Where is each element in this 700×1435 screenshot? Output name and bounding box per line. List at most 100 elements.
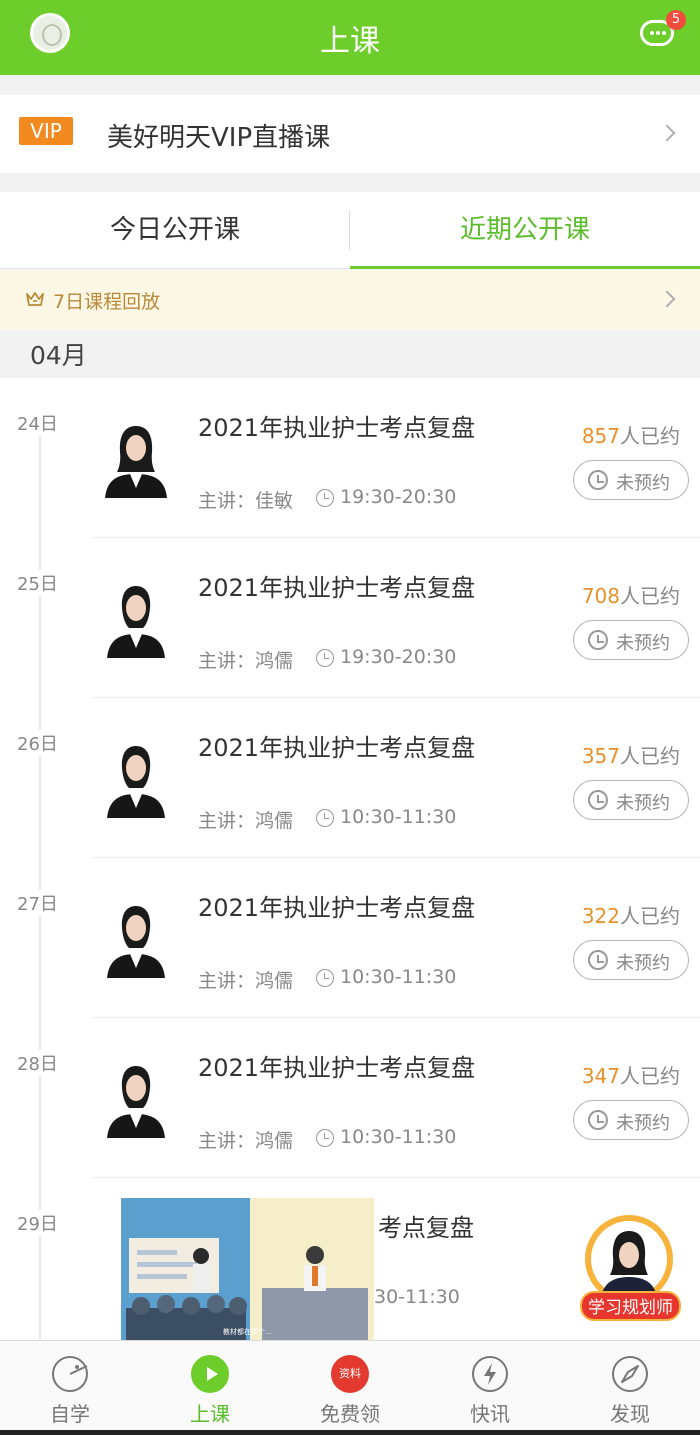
course-time: 19:30-20:30: [316, 646, 456, 668]
top-bar: 上课 5: [0, 0, 700, 75]
reservation-suffix: 人已约: [620, 744, 680, 768]
reserve-button[interactable]: 未预约: [573, 1100, 689, 1140]
chevron-right-icon: [658, 124, 676, 142]
reservation-number: 322: [581, 904, 620, 928]
course-row[interactable]: 24日 2021年执业护士考点复盘 主讲：佳敏 19:30-20:30 857人…: [0, 378, 700, 538]
messages-button[interactable]: 5: [640, 10, 686, 48]
reservation-count: 322人已约: [582, 900, 680, 929]
reservation-suffix: 人已约: [620, 1064, 680, 1088]
reservation-suffix: 人已约: [620, 424, 680, 448]
page-title: 上课: [320, 24, 380, 59]
gift-badge-icon: 资料: [331, 1355, 369, 1393]
message-count-badge: 5: [666, 10, 686, 30]
course-time: 10:30-11:30: [316, 1126, 456, 1148]
reserve-button[interactable]: 未预约: [573, 620, 689, 660]
nav-label: 自学: [50, 1402, 90, 1426]
vip-title: 美好明天VIP直播课: [107, 123, 331, 153]
reserve-button[interactable]: 未预约: [573, 780, 689, 820]
tab-today-open-class[interactable]: 今日公开课: [0, 192, 350, 269]
reservation-suffix: 人已约: [620, 584, 680, 608]
course-row[interactable]: 26日 2021年执业护士考点复盘 主讲：鸿儒 10:30-11:30 357人…: [0, 698, 700, 858]
course-time-text: 10:30-11:30: [340, 966, 457, 988]
course-time: 19:30-20:30: [316, 486, 456, 508]
course-time-text: 10:30-11:30: [340, 1126, 457, 1148]
reservation-count: 357人已约: [582, 740, 680, 769]
course-tabs: 今日公开课 近期公开课: [0, 192, 700, 269]
clock-icon: [316, 1129, 334, 1147]
course-time: 10:30-11:30: [316, 966, 456, 988]
reservation-count: 857人已约: [582, 420, 680, 449]
tab-recent-open-class[interactable]: 近期公开课: [350, 192, 700, 269]
course-teacher: 主讲：鸿儒: [198, 970, 294, 992]
compass-icon: [612, 1356, 648, 1392]
nav-label: 上课: [190, 1402, 230, 1426]
reservation-number: 857: [581, 424, 620, 448]
reservation-count: 708人已约: [582, 580, 680, 609]
nav-item-discover[interactable]: 发现: [580, 1341, 680, 1431]
reservation-count: 347人已约: [582, 1060, 680, 1089]
clock-icon: [588, 1110, 608, 1130]
course-row[interactable]: 25日 2021年执业护士考点复盘 主讲：鸿儒 19:30-20:30 708人…: [0, 538, 700, 698]
play-icon: [191, 1355, 229, 1393]
vip-tag: VIP: [19, 117, 73, 145]
course-row[interactable]: 28日 2021年执业护士考点复盘 主讲：鸿儒 10:30-11:30 347人…: [0, 1018, 700, 1178]
course-time-text: 10:30-11:30: [340, 806, 457, 828]
learning-planner-label[interactable]: 学习规划师: [580, 1291, 681, 1321]
reserve-label: 未预约: [616, 1113, 670, 1134]
clock-icon: [316, 489, 334, 507]
clock-icon: [588, 630, 608, 650]
course-day: 28日: [17, 1050, 58, 1076]
chevron-right-icon: [658, 290, 676, 308]
reservation-suffix: 人已约: [620, 904, 680, 928]
pacman-face-icon: [52, 1356, 88, 1392]
course-day: 26日: [17, 730, 58, 756]
course-title: 2021年执业护士考点复盘: [198, 734, 476, 762]
reservation-number: 347: [581, 1064, 620, 1088]
seven-day-replay-banner[interactable]: 7日课程回放: [0, 270, 700, 330]
clock-icon: [316, 809, 334, 827]
reserve-label: 未预约: [616, 953, 670, 974]
clock-icon: [316, 649, 334, 667]
nav-item-news[interactable]: 快讯: [440, 1341, 540, 1431]
teacher-photo: [107, 906, 165, 978]
crown-icon: [26, 292, 44, 306]
nav-item-free-materials[interactable]: 资料 免费领: [300, 1341, 400, 1431]
floating-promo-video[interactable]: 教材都在那个…: [121, 1198, 374, 1340]
reserve-button[interactable]: 未预约: [573, 940, 689, 980]
teacher-photo: [107, 586, 165, 658]
course-time-text: 19:30-20:30: [340, 486, 457, 508]
home-indicator: [0, 1430, 700, 1435]
clock-icon: [588, 470, 608, 490]
course-day: 27日: [17, 890, 58, 916]
course-teacher: 主讲：佳敏: [198, 490, 294, 512]
reserve-label: 未预约: [616, 633, 670, 654]
month-label: 04月: [30, 341, 87, 370]
teacher-photo: [107, 1066, 165, 1138]
vip-live-course-entry[interactable]: VIP 美好明天VIP直播课: [0, 95, 700, 173]
course-time-text: 19:30-20:30: [340, 646, 457, 668]
course-teacher: 主讲：鸿儒: [198, 650, 294, 672]
course-list: 24日 2021年执业护士考点复盘 主讲：佳敏 19:30-20:30 857人…: [0, 378, 700, 1340]
course-day: 25日: [17, 570, 58, 596]
clock-icon: [316, 969, 334, 987]
nav-label: 快讯: [470, 1402, 510, 1426]
nav-item-self-study[interactable]: 自学: [20, 1341, 120, 1431]
nav-label: 免费领: [320, 1402, 380, 1426]
bottom-navigation: 自学 上课 资料 免费领 快讯 发现: [0, 1340, 700, 1430]
reservation-number: 357: [581, 744, 620, 768]
month-header: 04月: [0, 330, 700, 378]
course-title: 2021年执业护士考点复盘: [198, 414, 476, 442]
lightning-icon: [472, 1356, 508, 1392]
course-teacher: 主讲：鸿儒: [198, 810, 294, 832]
nav-item-class[interactable]: 上课: [160, 1341, 260, 1431]
course-title: 2021年执业护士考点复盘: [198, 894, 476, 922]
course-day: 29日: [17, 1210, 58, 1236]
course-title: 2021年执业护士考点复盘: [198, 574, 476, 602]
reserve-label: 未预约: [616, 473, 670, 494]
course-time: 10:30-11:30: [316, 806, 456, 828]
course-title: 考点复盘: [378, 1214, 474, 1242]
teacher-photo: [107, 746, 165, 818]
reserve-button[interactable]: 未预约: [573, 460, 689, 500]
teacher-photo: [105, 426, 167, 498]
course-row[interactable]: 27日 2021年执业护士考点复盘 主讲：鸿儒 10:30-11:30 322人…: [0, 858, 700, 1018]
